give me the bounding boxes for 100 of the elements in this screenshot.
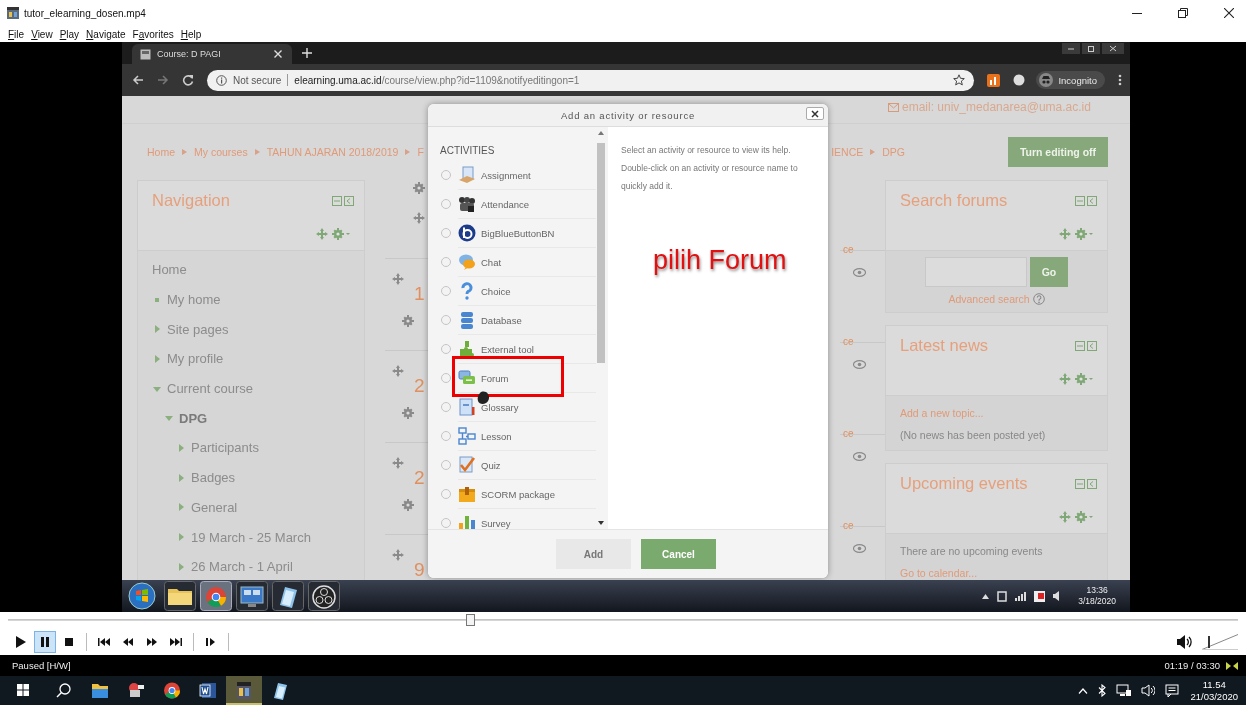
add-topic-link[interactable]: Add a new topic... bbox=[900, 402, 1093, 424]
notepad-icon[interactable] bbox=[272, 581, 304, 611]
activity-option[interactable]: Chat bbox=[481, 256, 502, 268]
flag-icon[interactable] bbox=[1034, 590, 1046, 602]
gear-icon[interactable] bbox=[1075, 373, 1093, 385]
eye-icon[interactable] bbox=[853, 360, 866, 369]
volume-icon[interactable] bbox=[1053, 591, 1061, 601]
menu-icon[interactable] bbox=[1118, 74, 1122, 86]
activity-option[interactable]: Glossary bbox=[481, 401, 519, 413]
menu-item[interactable]: Help bbox=[180, 28, 202, 40]
calendar-link[interactable]: Go to calendar... bbox=[900, 562, 1093, 580]
radio-button[interactable] bbox=[441, 373, 451, 383]
seek-thumb[interactable] bbox=[466, 614, 476, 626]
dock-icon[interactable] bbox=[1075, 340, 1097, 351]
breadcrumb-link[interactable]: F bbox=[417, 146, 424, 158]
plus-icon[interactable] bbox=[302, 48, 312, 58]
caret-right-icon[interactable] bbox=[176, 472, 186, 483]
radio-button[interactable] bbox=[441, 518, 451, 528]
breadcrumb-link[interactable]: DPG bbox=[882, 146, 905, 158]
scrollbar-thumb[interactable] bbox=[597, 143, 605, 363]
move-icon[interactable] bbox=[413, 212, 425, 224]
volume-slider[interactable] bbox=[1202, 633, 1238, 650]
volume-thumb[interactable] bbox=[1208, 635, 1211, 648]
speaker-icon[interactable] bbox=[1176, 633, 1194, 650]
browser-tab[interactable]: Course: D PAGI bbox=[132, 44, 292, 64]
monitor-icon[interactable] bbox=[236, 581, 268, 611]
gear-icon[interactable] bbox=[1075, 511, 1093, 523]
nav-item[interactable]: 19 March - 25 March bbox=[191, 529, 311, 545]
eye-icon[interactable] bbox=[853, 268, 866, 277]
gear-icon[interactable] bbox=[1075, 228, 1093, 240]
device-icon[interactable] bbox=[997, 590, 1008, 602]
radio-button[interactable] bbox=[441, 402, 451, 412]
eye-icon[interactable] bbox=[853, 452, 866, 461]
turn-editing-off-button[interactable]: Turn editing off bbox=[1008, 137, 1108, 167]
address-field[interactable]: Not secure elearning.uma.ac.id/course/view.php?id=1109&notifyeditingon=1 bbox=[207, 69, 975, 91]
dock-icon[interactable] bbox=[1075, 478, 1097, 489]
breadcrumb-link[interactable]: IENCE bbox=[831, 146, 864, 158]
move-icon[interactable] bbox=[1059, 511, 1071, 523]
eye-icon[interactable] bbox=[853, 544, 866, 553]
radio-button[interactable] bbox=[441, 489, 451, 499]
radio-button[interactable] bbox=[441, 228, 451, 238]
nav-item[interactable]: Current course bbox=[167, 381, 253, 397]
gear-icon[interactable] bbox=[402, 407, 414, 419]
close-button[interactable] bbox=[806, 107, 824, 120]
radio-button[interactable] bbox=[441, 344, 451, 354]
extension-icon[interactable] bbox=[987, 73, 1001, 87]
menu-item[interactable]: Favorites bbox=[132, 28, 174, 40]
gear-icon[interactable] bbox=[413, 182, 425, 194]
activity-option[interactable]: Forum bbox=[481, 372, 509, 384]
radio-button[interactable] bbox=[441, 170, 451, 180]
chevron-up-icon[interactable] bbox=[1078, 687, 1089, 694]
radio-button[interactable] bbox=[441, 257, 451, 267]
radio-button[interactable] bbox=[441, 315, 451, 325]
radio-button[interactable] bbox=[441, 460, 451, 470]
caret-right-icon[interactable] bbox=[176, 442, 186, 453]
move-icon[interactable] bbox=[392, 273, 404, 285]
scroll-down-icon[interactable] bbox=[597, 520, 605, 526]
start-orb-icon[interactable] bbox=[128, 582, 156, 610]
forward-icon[interactable] bbox=[157, 74, 169, 86]
activity-option[interactable]: Survey bbox=[481, 517, 511, 529]
section-title[interactable]: 2 bbox=[414, 467, 425, 489]
help-icon[interactable] bbox=[1032, 293, 1045, 305]
section-title[interactable]: 9 bbox=[414, 559, 425, 580]
activity-option[interactable]: Attendance bbox=[481, 198, 530, 210]
breadcrumb-link[interactable]: Home bbox=[147, 146, 175, 158]
restore-icon[interactable] bbox=[1178, 8, 1188, 18]
advanced-search-link[interactable]: Advanced search bbox=[948, 290, 1030, 308]
profile-button[interactable]: Incognito bbox=[1036, 71, 1105, 89]
activity-option[interactable]: Database bbox=[481, 314, 522, 326]
scroll-up-icon[interactable] bbox=[597, 130, 605, 136]
move-icon[interactable] bbox=[1059, 373, 1071, 385]
caret-right-icon[interactable] bbox=[152, 324, 162, 335]
menu-item[interactable]: View bbox=[31, 28, 53, 40]
move-icon[interactable] bbox=[1059, 228, 1071, 240]
nav-item[interactable]: Home bbox=[152, 262, 187, 278]
caret-right-icon[interactable] bbox=[176, 561, 186, 572]
nav-item[interactable]: Participants bbox=[191, 440, 259, 456]
folder-icon[interactable] bbox=[164, 581, 196, 611]
add-button[interactable]: Add bbox=[556, 539, 631, 569]
move-icon[interactable] bbox=[392, 365, 404, 377]
move-icon[interactable] bbox=[392, 549, 404, 561]
radio-button[interactable] bbox=[441, 286, 451, 296]
star-icon[interactable] bbox=[953, 74, 966, 86]
extension-icon[interactable] bbox=[1013, 74, 1026, 86]
menu-item[interactable]: File bbox=[8, 28, 25, 40]
bluetooth-icon[interactable] bbox=[1098, 684, 1107, 697]
radio-button[interactable] bbox=[441, 199, 451, 209]
activity-option[interactable]: Choice bbox=[481, 285, 511, 297]
activity-option[interactable]: BigBlueButtonBN bbox=[481, 227, 555, 239]
menu-item[interactable]: Navigate bbox=[86, 28, 126, 40]
notification-icon[interactable] bbox=[1165, 684, 1180, 697]
nav-item[interactable]: Site pages bbox=[167, 321, 229, 337]
nav-item[interactable]: General bbox=[191, 499, 238, 515]
move-icon[interactable] bbox=[316, 228, 328, 240]
reload-icon[interactable] bbox=[182, 74, 194, 86]
restore-icon[interactable] bbox=[1082, 43, 1100, 54]
breadcrumb-link[interactable]: TAHUN AJARAN 2018/2019 bbox=[266, 146, 399, 158]
back-icon[interactable] bbox=[132, 74, 144, 86]
activity-option[interactable]: Assignment bbox=[481, 169, 531, 181]
caret-right-icon[interactable] bbox=[152, 353, 162, 364]
